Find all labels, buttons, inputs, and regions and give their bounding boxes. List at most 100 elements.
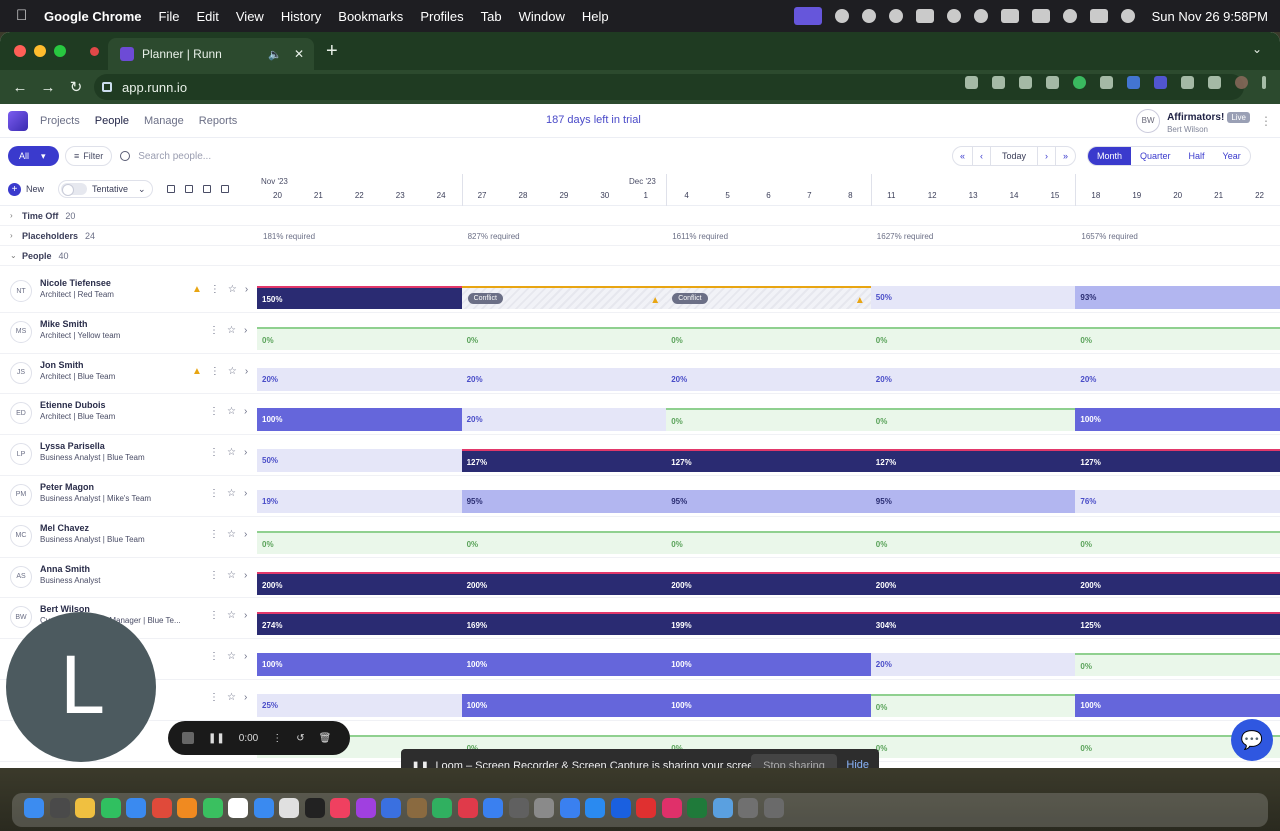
allocation-bar[interactable]: 0% bbox=[461, 326, 667, 350]
chevron-right-icon[interactable]: › bbox=[10, 231, 18, 240]
person-name[interactable]: Etienne Dubois bbox=[40, 400, 106, 410]
allocation-bar[interactable]: 20% bbox=[257, 367, 462, 391]
person-avatar[interactable]: NT bbox=[10, 280, 32, 302]
dock-app-icon[interactable] bbox=[559, 798, 580, 818]
dock-app-icon[interactable] bbox=[712, 798, 733, 818]
dock-app-icon[interactable] bbox=[330, 798, 350, 818]
chrome-menu-icon[interactable] bbox=[1262, 76, 1266, 89]
allocation-bar[interactable]: 0% bbox=[257, 326, 462, 350]
dock-app-icon[interactable] bbox=[24, 798, 44, 818]
allocation-bar[interactable]: 0% bbox=[1075, 326, 1280, 350]
person-row[interactable]: ⋮ ☆ › 100% 100% 100% 20% 0% bbox=[0, 639, 1280, 680]
previous-icon[interactable]: ‹ bbox=[973, 147, 992, 165]
expand-row-chevron-icon[interactable]: › bbox=[244, 529, 247, 540]
kebab-menu-icon[interactable]: ⋮ bbox=[210, 284, 220, 295]
allocation-bar[interactable]: 200% bbox=[1075, 571, 1280, 595]
jump-forward-icon[interactable]: » bbox=[1056, 147, 1075, 165]
dock-app-icon[interactable] bbox=[738, 798, 758, 818]
clock[interactable]: Sun Nov 26 9:58PM bbox=[1152, 9, 1268, 24]
chevron-down-icon[interactable]: ⌄ bbox=[138, 184, 146, 195]
kebab-menu-icon[interactable]: ⋮ bbox=[209, 325, 219, 336]
expand-row-chevron-icon[interactable]: › bbox=[244, 692, 247, 703]
star-icon[interactable]: ☆ bbox=[227, 570, 236, 581]
back-icon[interactable]: ← bbox=[6, 79, 34, 96]
allocation-bar[interactable]: 0% bbox=[257, 530, 462, 554]
person-row[interactable]: AS Anna Smith Business Analyst ⋮ ☆ › 200% 200% 2… bbox=[0, 558, 1280, 599]
person-row[interactable]: BWBert WilsonCustomer Success Manager | … bbox=[0, 598, 1280, 640]
warning-icon[interactable]: ▲ bbox=[855, 289, 865, 312]
person-avatar[interactable]: JS bbox=[10, 361, 32, 384]
expand-row-chevron-icon[interactable]: › bbox=[245, 284, 248, 295]
allocation-bar[interactable]: 127% bbox=[666, 449, 871, 473]
extension-gear-icon[interactable] bbox=[1154, 76, 1167, 89]
dock-app-icon[interactable] bbox=[228, 798, 248, 818]
dock-app-icon[interactable] bbox=[457, 798, 478, 818]
loom-restart-icon[interactable]: ↺ bbox=[296, 733, 304, 744]
person-avatar[interactable]: LP bbox=[10, 443, 32, 466]
kebab-menu-icon[interactable]: ⋮ bbox=[209, 610, 219, 621]
nav-reports[interactable]: Reports bbox=[199, 115, 238, 127]
period-half[interactable]: Half bbox=[1180, 147, 1214, 165]
chevron-down-icon[interactable]: ⌄ bbox=[10, 251, 18, 260]
star-icon[interactable]: ☆ bbox=[227, 692, 236, 703]
sync-status-icon[interactable] bbox=[861, 9, 876, 23]
person-name[interactable]: Anna Smith bbox=[40, 564, 90, 574]
period-month[interactable]: Month bbox=[1088, 147, 1132, 165]
url-text[interactable]: app.runn.io bbox=[122, 80, 187, 95]
person-name[interactable]: Peter Magon bbox=[40, 482, 94, 492]
kebab-menu-icon[interactable]: ⋮ bbox=[209, 570, 219, 581]
person-avatar[interactable]: BW bbox=[10, 606, 32, 629]
person-name[interactable]: Nicole Tiefensee bbox=[40, 278, 111, 288]
allocation-bar[interactable]: 20% bbox=[870, 653, 1076, 677]
allocation-bar[interactable]: 50% bbox=[257, 449, 462, 473]
allocation-bar[interactable]: 200% bbox=[461, 571, 667, 595]
allocation-bar[interactable]: 0% bbox=[666, 408, 871, 432]
allocation-bar[interactable]: 0% bbox=[461, 530, 667, 554]
loom-grid-icon[interactable]: ⋮ bbox=[272, 733, 282, 744]
chevron-right-icon[interactable]: › bbox=[10, 211, 18, 220]
kebab-menu-icon[interactable]: ⋮ bbox=[209, 529, 219, 540]
profile-avatar-icon[interactable] bbox=[1235, 76, 1248, 89]
allocation-bar[interactable]: 200% bbox=[870, 571, 1076, 595]
nav-projects[interactable]: Projects bbox=[40, 115, 80, 127]
menu-tab[interactable]: Tab bbox=[481, 9, 502, 24]
close-tab-icon[interactable]: ✕ bbox=[294, 47, 304, 61]
user-avatar[interactable]: BW bbox=[1136, 108, 1161, 133]
battery-icon[interactable] bbox=[1000, 9, 1019, 23]
today-button[interactable]: Today bbox=[991, 147, 1039, 165]
tab-search-chevron-icon[interactable]: ⌄ bbox=[1252, 42, 1262, 56]
tentative-toggle[interactable]: Tentative ⌄ bbox=[58, 180, 153, 198]
menu-history[interactable]: History bbox=[281, 9, 321, 24]
runn-logo-icon[interactable] bbox=[8, 110, 28, 131]
expand-row-chevron-icon[interactable]: › bbox=[244, 325, 247, 336]
allocation-bar[interactable]: 0% bbox=[870, 408, 1076, 432]
extension-app-icon[interactable] bbox=[1100, 76, 1113, 89]
trial-banner[interactable]: 187 days left in trial bbox=[546, 114, 641, 126]
dock-app-icon[interactable] bbox=[763, 798, 784, 818]
allocation-bar[interactable]: 50% bbox=[870, 286, 1076, 309]
person-avatar[interactable]: ED bbox=[10, 402, 32, 425]
apple-icon[interactable]:  bbox=[16, 8, 32, 24]
person-row[interactable]: MS Mike Smith Architect | Yellow team ⋮ ☆ › 0%… bbox=[0, 313, 1280, 354]
expand-row-chevron-icon[interactable]: › bbox=[244, 651, 247, 662]
expand-row-chevron-icon[interactable]: › bbox=[244, 406, 247, 417]
allocation-bar-conflict[interactable]: Conflict ▲ bbox=[461, 286, 667, 309]
help-chat-button[interactable]: 💬 bbox=[1231, 719, 1273, 761]
reload-icon[interactable]: ↻ bbox=[62, 78, 90, 96]
allocation-bar[interactable]: 125% bbox=[1075, 612, 1280, 636]
dock-app-icon[interactable] bbox=[610, 798, 631, 818]
allocation-bar[interactable]: 0% bbox=[870, 530, 1076, 554]
allocation-bar[interactable]: 25% bbox=[257, 693, 462, 717]
person-avatar[interactable]: MC bbox=[10, 524, 32, 547]
cloud-status-icon[interactable] bbox=[888, 9, 903, 23]
allocation-bar[interactable]: 95% bbox=[461, 489, 667, 513]
allocation-bar[interactable]: 200% bbox=[666, 571, 871, 595]
dock-app-icon[interactable] bbox=[304, 798, 325, 818]
menu-file[interactable]: File bbox=[159, 9, 180, 24]
person-row[interactable]: JS Jon Smith Architect | Blue Team ▲ ⋮ ☆ › 20% 2… bbox=[0, 354, 1280, 395]
person-name[interactable]: Jon Smith bbox=[40, 360, 84, 370]
all-dropdown[interactable]: All ▾ bbox=[8, 146, 59, 166]
mic-icon[interactable] bbox=[965, 76, 978, 89]
dock-app-icon[interactable] bbox=[381, 798, 401, 818]
zoom-icon[interactable] bbox=[992, 76, 1005, 89]
